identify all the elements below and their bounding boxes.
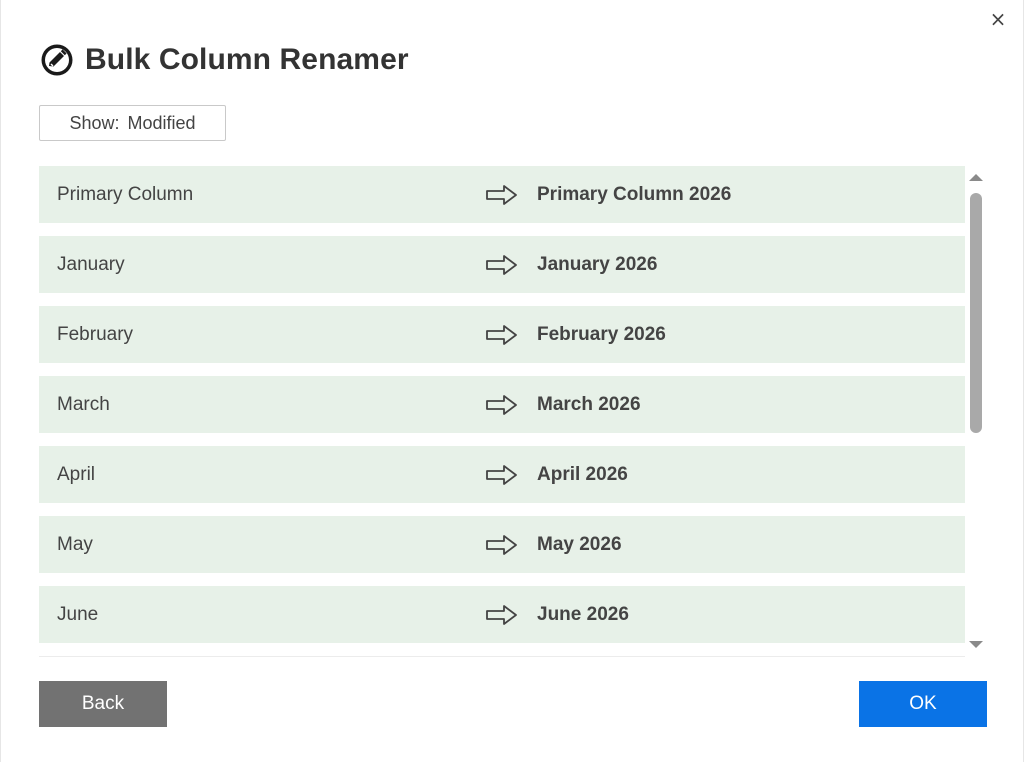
right-arrow-icon [486,325,517,345]
rename-row[interactable]: May May 2026 [39,516,965,573]
original-column-name: Primary Column [57,183,194,205]
original-column-name: March [57,393,110,415]
scroll-thumb[interactable] [970,193,982,433]
original-column-name: May [57,533,93,555]
original-column-name: April [57,463,96,485]
list-divider [39,656,965,657]
scroll-down-arrow-icon[interactable] [969,641,983,648]
new-column-name: Primary Column 2026 [537,183,732,205]
rename-row[interactable]: June June 2026 [39,586,965,643]
show-filter-dropdown[interactable]: Show: Modified [39,105,226,141]
show-filter-value: Modified [127,112,196,133]
rename-row[interactable]: Primary Column Primary Column 2026 [39,166,965,223]
rename-row[interactable]: January January 2026 [39,236,965,293]
pencil-circle-icon [39,42,75,78]
bulk-column-renamer-dialog: × Bulk Column Renamer Show: Modified Pri… [0,0,1024,762]
right-arrow-icon [486,465,517,485]
back-button[interactable]: Back [39,681,167,727]
right-arrow-icon [486,255,517,275]
rename-list: Primary Column Primary Column 2026 Janua… [39,166,965,656]
list-scrollbar[interactable] [967,170,985,652]
rename-row[interactable]: March March 2026 [39,376,965,433]
original-column-name: January [57,253,125,275]
show-filter-label: Show: [69,112,120,133]
new-column-name: June 2026 [537,603,629,625]
new-column-name: February 2026 [537,323,666,345]
new-column-name: May 2026 [537,533,622,555]
rename-row[interactable]: April April 2026 [39,446,965,503]
dialog-header: Bulk Column Renamer [39,42,409,78]
scroll-up-arrow-icon[interactable] [969,174,983,181]
right-arrow-icon [486,535,517,555]
right-arrow-icon [486,395,517,415]
original-column-name: June [57,603,99,625]
new-column-name: April 2026 [537,463,628,485]
right-arrow-icon [486,605,517,625]
original-column-name: February [57,323,134,345]
new-column-name: March 2026 [537,393,641,415]
rename-row[interactable]: February February 2026 [39,306,965,363]
new-column-name: January 2026 [537,253,658,275]
right-arrow-icon [486,185,517,205]
close-icon[interactable]: × [987,8,1009,30]
dialog-title: Bulk Column Renamer [85,43,409,76]
ok-button[interactable]: OK [859,681,987,727]
